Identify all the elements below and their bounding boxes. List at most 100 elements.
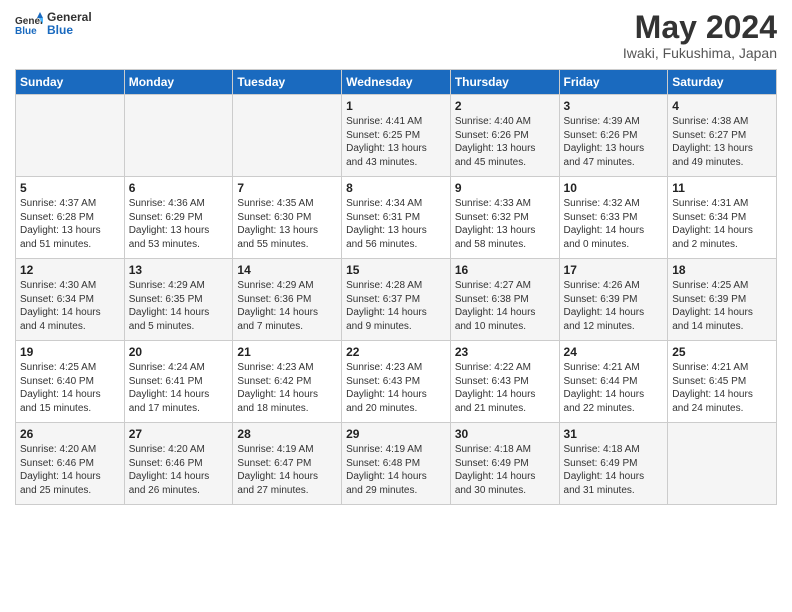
calendar-cell: 3 Sunrise: 4:39 AM Sunset: 6:26 PM Daylig… — [559, 95, 668, 177]
day-info: Sunrise: 4:34 AM Sunset: 6:31 PM Dayligh… — [346, 197, 446, 251]
calendar-week-row: 19 Sunrise: 4:25 AM Sunset: 6:40 PM Dayli… — [16, 341, 777, 423]
day-number: 11 — [672, 181, 772, 195]
day-number: 27 — [129, 427, 229, 441]
calendar-cell: 17Sunrise: 4:26 AM Sunset: 6:39 PM Dayli… — [559, 259, 668, 341]
day-number: 16 — [455, 263, 555, 277]
calendar-cell — [16, 95, 125, 177]
calendar-cell: 22 Sunrise: 4:23 AM Sunset: 6:43 PM Dayli… — [342, 341, 451, 423]
calendar-week-row: 26Sunrise: 4:20 AM Sunset: 6:46 PM Dayli… — [16, 423, 777, 505]
day-number: 14 — [237, 263, 337, 277]
calendar-cell: 14Sunrise: 4:29 AM Sunset: 6:36 PM Dayli… — [233, 259, 342, 341]
header-friday: Friday — [559, 70, 668, 95]
calendar-cell: 26Sunrise: 4:20 AM Sunset: 6:46 PM Dayli… — [16, 423, 125, 505]
day-info: Sunrise: 4:21 AM Sunset: 6:45 PM Dayligh… — [672, 361, 772, 415]
day-info: Sunrise: 4:30 AM Sunset: 6:34 PM Dayligh… — [20, 279, 120, 333]
header-thursday: Thursday — [450, 70, 559, 95]
calendar-cell: 18 Sunrise: 4:25 AM Sunset: 6:39 PM Dayli… — [668, 259, 777, 341]
day-number: 25 — [672, 345, 772, 359]
day-number: 13 — [129, 263, 229, 277]
day-number: 3 — [564, 99, 664, 113]
calendar-cell: 16 Sunrise: 4:27 AM Sunset: 6:38 PM Dayli… — [450, 259, 559, 341]
calendar-cell: 7 Sunrise: 4:35 AM Sunset: 6:30 PM Daylig… — [233, 177, 342, 259]
day-info: Sunrise: 4:24 AM Sunset: 6:41 PM Dayligh… — [129, 361, 229, 415]
calendar-cell: 2 Sunrise: 4:40 AM Sunset: 6:26 PM Daylig… — [450, 95, 559, 177]
header-saturday: Saturday — [668, 70, 777, 95]
calendar-cell: 6 Sunrise: 4:36 AM Sunset: 6:29 PM Daylig… — [124, 177, 233, 259]
day-number: 21 — [237, 345, 337, 359]
day-number: 20 — [129, 345, 229, 359]
calendar-week-row: 5 Sunrise: 4:37 AM Sunset: 6:28 PM Daylig… — [16, 177, 777, 259]
svg-text:Blue: Blue — [15, 26, 37, 37]
day-number: 2 — [455, 99, 555, 113]
day-info: Sunrise: 4:25 AM Sunset: 6:39 PM Dayligh… — [672, 279, 772, 333]
calendar-table: Sunday Monday Tuesday Wednesday Thursday… — [15, 69, 777, 505]
logo: General Blue General Blue — [15, 10, 92, 38]
day-info: Sunrise: 4:18 AM Sunset: 6:49 PM Dayligh… — [455, 443, 555, 497]
subtitle: Iwaki, Fukushima, Japan — [623, 45, 777, 61]
calendar-cell: 21 Sunrise: 4:23 AM Sunset: 6:42 PM Dayli… — [233, 341, 342, 423]
header-wednesday: Wednesday — [342, 70, 451, 95]
calendar-cell: 28 Sunrise: 4:19 AM Sunset: 6:47 PM Dayli… — [233, 423, 342, 505]
calendar-cell: 5 Sunrise: 4:37 AM Sunset: 6:28 PM Daylig… — [16, 177, 125, 259]
day-info: Sunrise: 4:39 AM Sunset: 6:26 PM Dayligh… — [564, 115, 664, 169]
day-info: Sunrise: 4:32 AM Sunset: 6:33 PM Dayligh… — [564, 197, 664, 251]
day-info: Sunrise: 4:18 AM Sunset: 6:49 PM Dayligh… — [564, 443, 664, 497]
logo-blue: Blue — [47, 24, 92, 37]
day-number: 8 — [346, 181, 446, 195]
calendar-page: General Blue General Blue May 2024 Iwaki… — [0, 0, 792, 612]
calendar-cell: 23Sunrise: 4:22 AM Sunset: 6:43 PM Dayli… — [450, 341, 559, 423]
day-info: Sunrise: 4:20 AM Sunset: 6:46 PM Dayligh… — [129, 443, 229, 497]
day-info: Sunrise: 4:38 AM Sunset: 6:27 PM Dayligh… — [672, 115, 772, 169]
day-info: Sunrise: 4:23 AM Sunset: 6:42 PM Dayligh… — [237, 361, 337, 415]
day-info: Sunrise: 4:20 AM Sunset: 6:46 PM Dayligh… — [20, 443, 120, 497]
day-number: 10 — [564, 181, 664, 195]
day-number: 12 — [20, 263, 120, 277]
day-number: 18 — [672, 263, 772, 277]
calendar-cell: 8 Sunrise: 4:34 AM Sunset: 6:31 PM Daylig… — [342, 177, 451, 259]
calendar-cell: 29 Sunrise: 4:19 AM Sunset: 6:48 PM Dayli… — [342, 423, 451, 505]
day-info: Sunrise: 4:22 AM Sunset: 6:43 PM Dayligh… — [455, 361, 555, 415]
calendar-cell: 15Sunrise: 4:28 AM Sunset: 6:37 PM Dayli… — [342, 259, 451, 341]
day-number: 5 — [20, 181, 120, 195]
day-number: 19 — [20, 345, 120, 359]
day-info: Sunrise: 4:19 AM Sunset: 6:48 PM Dayligh… — [346, 443, 446, 497]
day-info: Sunrise: 4:26 AM Sunset: 6:39 PM Dayligh… — [564, 279, 664, 333]
day-number: 28 — [237, 427, 337, 441]
header-tuesday: Tuesday — [233, 70, 342, 95]
calendar-cell — [233, 95, 342, 177]
day-info: Sunrise: 4:33 AM Sunset: 6:32 PM Dayligh… — [455, 197, 555, 251]
calendar-cell: 4 Sunrise: 4:38 AM Sunset: 6:27 PM Daylig… — [668, 95, 777, 177]
day-number: 7 — [237, 181, 337, 195]
day-info: Sunrise: 4:31 AM Sunset: 6:34 PM Dayligh… — [672, 197, 772, 251]
day-number: 6 — [129, 181, 229, 195]
day-info: Sunrise: 4:40 AM Sunset: 6:26 PM Dayligh… — [455, 115, 555, 169]
day-number: 4 — [672, 99, 772, 113]
calendar-cell — [668, 423, 777, 505]
header: General Blue General Blue May 2024 Iwaki… — [15, 10, 777, 61]
day-info: Sunrise: 4:23 AM Sunset: 6:43 PM Dayligh… — [346, 361, 446, 415]
header-monday: Monday — [124, 70, 233, 95]
calendar-cell: 13 Sunrise: 4:29 AM Sunset: 6:35 PM Dayli… — [124, 259, 233, 341]
day-headers-row: Sunday Monday Tuesday Wednesday Thursday… — [16, 70, 777, 95]
calendar-cell: 31Sunrise: 4:18 AM Sunset: 6:49 PM Dayli… — [559, 423, 668, 505]
calendar-week-row: 1Sunrise: 4:41 AM Sunset: 6:25 PM Daylig… — [16, 95, 777, 177]
day-info: Sunrise: 4:41 AM Sunset: 6:25 PM Dayligh… — [346, 115, 446, 169]
calendar-cell: 20 Sunrise: 4:24 AM Sunset: 6:41 PM Dayli… — [124, 341, 233, 423]
day-info: Sunrise: 4:25 AM Sunset: 6:40 PM Dayligh… — [20, 361, 120, 415]
day-number: 22 — [346, 345, 446, 359]
day-info: Sunrise: 4:19 AM Sunset: 6:47 PM Dayligh… — [237, 443, 337, 497]
logo-text: General Blue — [47, 11, 92, 37]
day-info: Sunrise: 4:27 AM Sunset: 6:38 PM Dayligh… — [455, 279, 555, 333]
day-info: Sunrise: 4:35 AM Sunset: 6:30 PM Dayligh… — [237, 197, 337, 251]
calendar-cell: 12 Sunrise: 4:30 AM Sunset: 6:34 PM Dayli… — [16, 259, 125, 341]
calendar-cell: 19 Sunrise: 4:25 AM Sunset: 6:40 PM Dayli… — [16, 341, 125, 423]
calendar-cell: 10 Sunrise: 4:32 AM Sunset: 6:33 PM Dayli… — [559, 177, 668, 259]
day-number: 29 — [346, 427, 446, 441]
day-info: Sunrise: 4:37 AM Sunset: 6:28 PM Dayligh… — [20, 197, 120, 251]
calendar-cell: 30Sunrise: 4:18 AM Sunset: 6:49 PM Dayli… — [450, 423, 559, 505]
day-info: Sunrise: 4:29 AM Sunset: 6:35 PM Dayligh… — [129, 279, 229, 333]
day-info: Sunrise: 4:36 AM Sunset: 6:29 PM Dayligh… — [129, 197, 229, 251]
header-sunday: Sunday — [16, 70, 125, 95]
title-block: May 2024 Iwaki, Fukushima, Japan — [623, 10, 777, 61]
day-info: Sunrise: 4:21 AM Sunset: 6:44 PM Dayligh… — [564, 361, 664, 415]
